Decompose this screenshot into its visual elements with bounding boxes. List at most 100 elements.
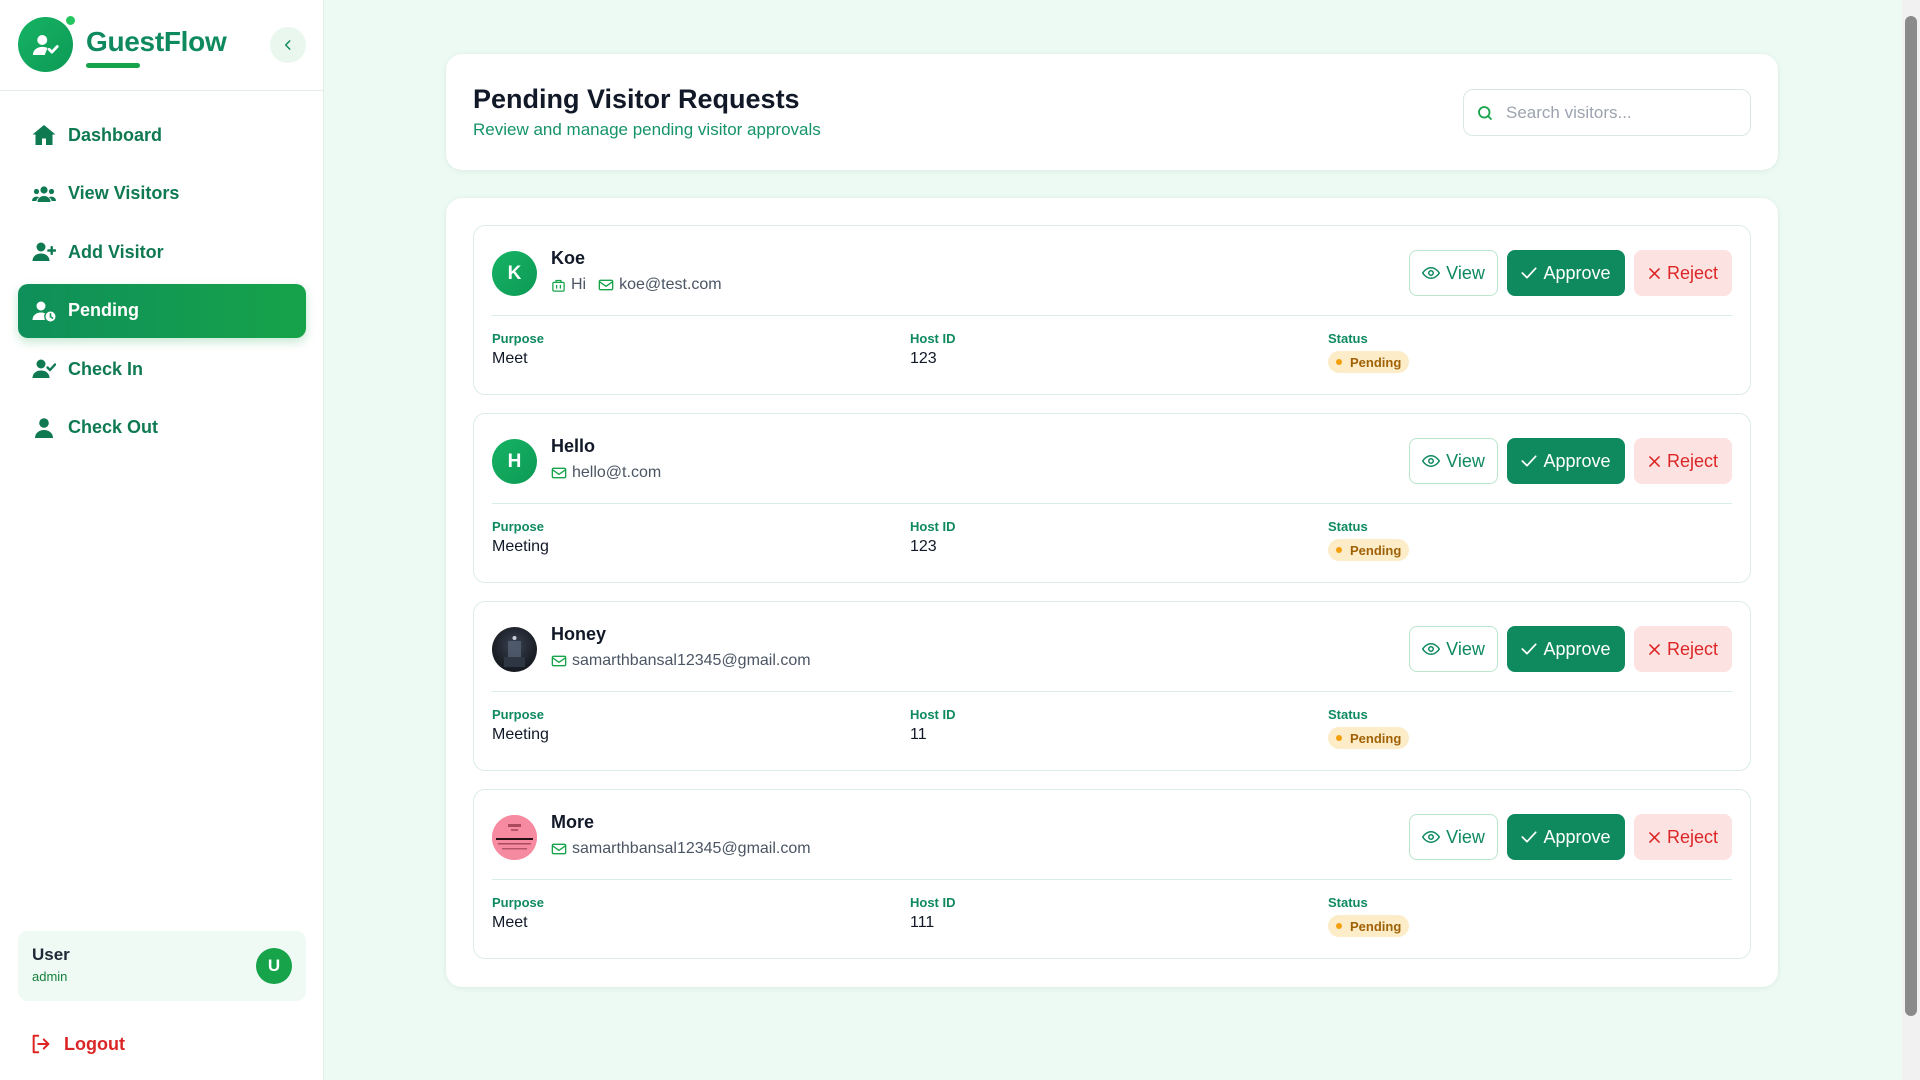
host-id-value: 123 <box>910 538 937 555</box>
user-check-icon <box>32 357 56 381</box>
close-icon <box>1649 267 1660 279</box>
sidebar-item-check-in[interactable]: Check In <box>18 342 306 396</box>
visitor-email-text: samarthbansal12345@gmail.com <box>572 840 811 857</box>
visitor-company-text: Hi <box>571 276 587 293</box>
purpose-label: Purpose <box>492 707 545 722</box>
visitor-meta: Hi koe@test.com <box>551 276 734 294</box>
page-subtitle: Review and manage pending visitor approv… <box>473 120 821 139</box>
eye-icon <box>1422 266 1441 280</box>
avatar-photo-icon <box>492 815 537 860</box>
status-text: Pending <box>1350 354 1402 370</box>
status-badge: Pending <box>1328 727 1410 749</box>
status-label: Status <box>1328 519 1368 534</box>
status-dot <box>1336 735 1342 741</box>
building-icon <box>552 279 565 292</box>
avatar: U <box>256 948 292 984</box>
approve-button[interactable]: Approve <box>1507 438 1625 484</box>
brand-header: GuestFlow <box>0 0 323 91</box>
host-id-label: Host ID <box>910 331 956 346</box>
sidebar-item-check-out[interactable]: Check Out <box>18 401 306 455</box>
status-badge: Pending <box>1328 539 1410 561</box>
purpose-value: Meeting <box>492 726 549 743</box>
home-icon <box>32 123 56 147</box>
search-input[interactable] <box>1506 102 1736 123</box>
search-icon <box>1478 105 1492 120</box>
divider <box>492 691 1732 692</box>
reject-label: Reject <box>1666 450 1719 471</box>
reject-button[interactable]: Reject <box>1634 250 1732 296</box>
visitor-card: H Hello hello@t.com View Approve Reject <box>473 413 1751 583</box>
status-badge: Pending <box>1328 915 1410 937</box>
scrollbar-thumb[interactable] <box>1905 16 1917 1016</box>
view-button[interactable]: View <box>1409 250 1498 296</box>
avatar-photo-icon <box>504 636 525 667</box>
brand-logo-icon <box>18 17 73 72</box>
close-icon <box>1649 831 1660 843</box>
user-profile-card[interactable]: User admin U <box>18 931 306 1001</box>
sidebar-item-pending[interactable]: Pending <box>18 283 306 338</box>
visitor-card: More samarthbansal12345@gmail.com View A… <box>473 789 1751 959</box>
host-id-value: 111 <box>910 914 935 931</box>
logout-label: Logout <box>64 1033 125 1054</box>
sidebar-item-view-visitors[interactable]: View Visitors <box>18 167 306 221</box>
purpose-field: Purpose Meet <box>492 895 544 932</box>
purpose-value: Meet <box>492 350 528 367</box>
view-button[interactable]: View <box>1409 626 1498 672</box>
view-button[interactable]: View <box>1409 438 1498 484</box>
status-text: Pending <box>1350 918 1402 934</box>
close-icon <box>1649 455 1660 467</box>
approve-label: Approve <box>1543 262 1611 283</box>
view-label: View <box>1446 262 1485 283</box>
eye-icon <box>1422 830 1441 844</box>
search-box[interactable] <box>1463 89 1751 136</box>
host-id-label: Host ID <box>910 707 956 722</box>
brand-name: GuestFlow <box>86 26 227 57</box>
sidebar-item-label: Pending <box>68 300 139 320</box>
visitor-list: K Koe Hi koe@test.com View Approve Rejec… <box>446 198 1778 987</box>
mail-icon <box>551 467 567 479</box>
status-dot <box>1336 923 1342 929</box>
visitor-name: More <box>551 812 595 832</box>
status-badge: Pending <box>1328 351 1410 373</box>
approve-button[interactable]: Approve <box>1507 626 1625 672</box>
check-icon <box>1521 831 1538 843</box>
logout-icon <box>30 1033 52 1055</box>
sidebar-item-label: Check In <box>68 358 144 379</box>
sidebar: GuestFlow Dashboard View Visitors Add Vi… <box>0 0 324 1080</box>
reject-button[interactable]: Reject <box>1634 438 1732 484</box>
logout-button[interactable]: Logout <box>30 1033 125 1055</box>
avatar <box>492 627 537 672</box>
approve-button[interactable]: Approve <box>1507 250 1625 296</box>
purpose-label: Purpose <box>492 331 545 346</box>
reject-button[interactable]: Reject <box>1634 814 1732 860</box>
reject-button[interactable]: Reject <box>1634 626 1732 672</box>
purpose-label: Purpose <box>492 519 545 534</box>
status-label: Status <box>1328 707 1368 722</box>
purpose-label: Purpose <box>492 895 545 910</box>
purpose-value: Meeting <box>492 538 549 555</box>
status-field: Status Pending <box>1328 331 1410 373</box>
mail-icon <box>551 843 567 855</box>
status-dot <box>1336 547 1342 553</box>
host-id-value: 11 <box>910 726 927 743</box>
reject-label: Reject <box>1666 638 1719 659</box>
visitor-email-text: samarthbansal12345@gmail.com <box>572 652 811 669</box>
view-button[interactable]: View <box>1409 814 1498 860</box>
page-scrollbar[interactable] <box>1902 0 1920 1080</box>
avatar: H <box>492 439 537 484</box>
host-id-field: Host ID 11 <box>910 707 956 744</box>
visitor-email: hello@t.com <box>551 464 661 482</box>
approve-button[interactable]: Approve <box>1507 814 1625 860</box>
sidebar-item-dashboard[interactable]: Dashboard <box>18 108 306 162</box>
brand-underline <box>86 63 140 68</box>
visitor-actions: View Approve Reject <box>1400 814 1732 860</box>
visitor-email-text: hello@t.com <box>572 464 662 481</box>
approve-label: Approve <box>1543 826 1611 847</box>
check-icon <box>1521 267 1538 279</box>
status-label: Status <box>1328 895 1368 910</box>
host-id-value: 123 <box>910 350 937 367</box>
collapse-sidebar-button[interactable] <box>270 27 306 63</box>
sidebar-item-add-visitor[interactable]: Add Visitor <box>18 225 306 279</box>
purpose-field: Purpose Meet <box>492 331 544 368</box>
sidebar-item-label: Check Out <box>68 417 159 437</box>
